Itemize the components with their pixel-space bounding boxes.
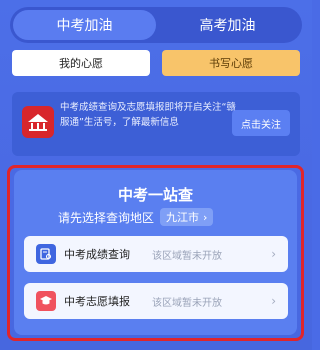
wish-buttons: 我的心愿 书写心愿 <box>12 50 300 76</box>
follow-button[interactable]: 点击关注 <box>232 110 290 136</box>
my-wish-button[interactable]: 我的心愿 <box>12 50 150 76</box>
tab-zhongkao[interactable]: 中考加油 <box>13 10 156 40</box>
query-panel: 中考一站查 请先选择查询地区 九江市 › 中考成绩查询 该区域暂未开放 › 中考… <box>14 170 297 335</box>
notice-card: 中考成绩查询及志愿填报即将开启关注“赣服通”生活号，了解最新信息 点击关注 <box>12 92 300 156</box>
region-value: 九江市 <box>166 211 200 224</box>
write-wish-button[interactable]: 书写心愿 <box>162 50 300 76</box>
exam-tab-switcher: 中考加油 高考加油 <box>10 7 302 43</box>
region-selector[interactable]: 九江市 › <box>160 208 214 226</box>
region-row: 请先选择查询地区 九江市 › <box>58 208 214 226</box>
notice-text: 中考成绩查询及志愿填报即将开启关注“赣服通”生活号，了解最新信息 <box>60 102 236 128</box>
wish-fill-row[interactable]: 中考志愿填报 该区域暂未开放 › <box>24 283 288 319</box>
chevron-right-icon: › <box>271 247 276 261</box>
region-prompt: 请先选择查询地区 <box>58 210 155 225</box>
graduation-cap-icon <box>36 291 56 311</box>
ganfutong-logo-icon <box>22 106 54 138</box>
score-query-label: 中考成绩查询 <box>64 248 130 261</box>
chevron-right-icon: › <box>203 210 208 224</box>
score-query-row[interactable]: 中考成绩查询 该区域暂未开放 › <box>24 236 288 272</box>
wish-fill-label: 中考志愿填报 <box>64 295 130 308</box>
query-title: 中考一站查 <box>117 186 193 204</box>
page-root: 中考加油 高考加油 我的心愿 书写心愿 中考成绩查询及志愿填报即将开启关注“赣服… <box>0 0 312 350</box>
wish-fill-status: 该区域暂未开放 <box>152 297 222 309</box>
score-query-icon <box>36 244 56 264</box>
tab-gaokao[interactable]: 高考加油 <box>156 10 299 40</box>
chevron-right-icon: › <box>271 294 276 308</box>
score-query-status: 该区域暂未开放 <box>152 250 222 262</box>
